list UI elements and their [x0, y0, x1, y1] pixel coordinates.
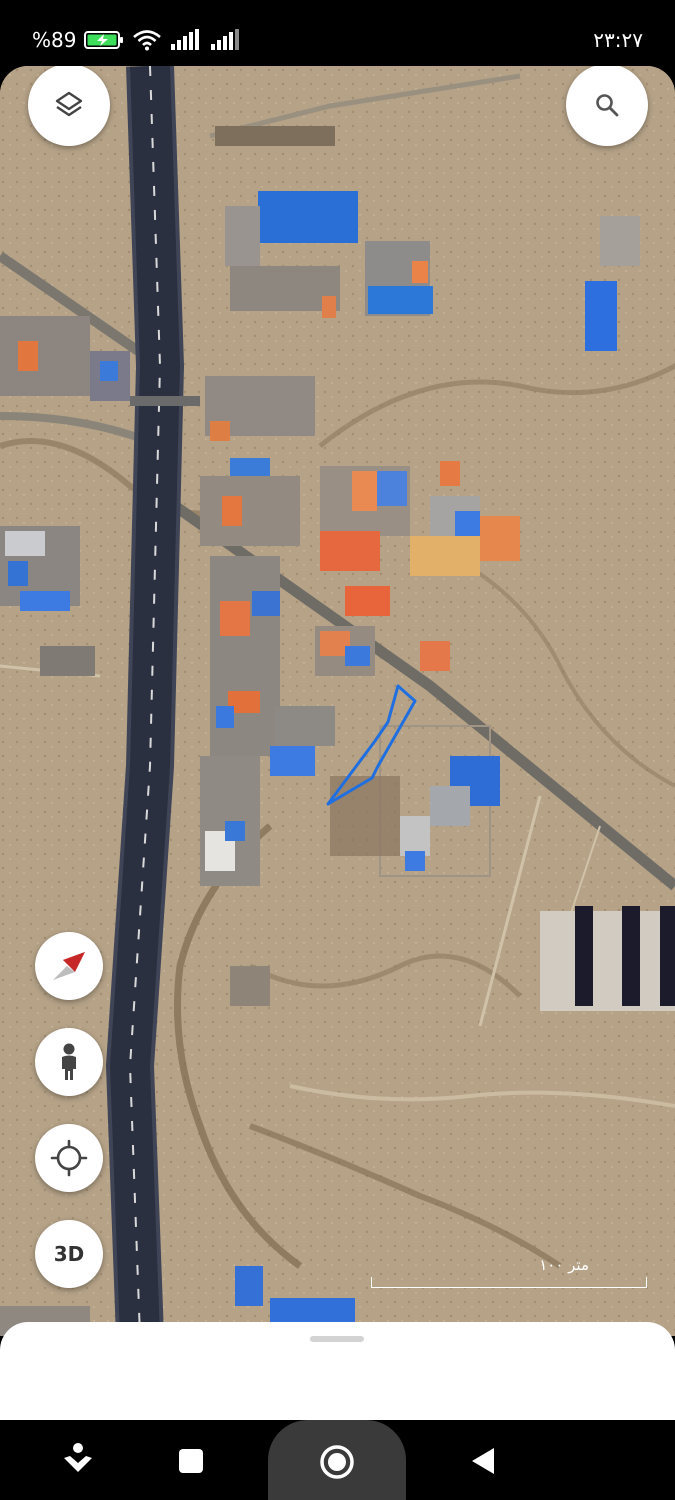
map-scale: ۱۰۰ متر	[371, 1256, 647, 1292]
satellite-map[interactable]: 3D ۱۰۰ متر	[0, 66, 675, 1336]
assistant-icon[interactable]	[62, 1442, 94, 1476]
search-button[interactable]	[566, 66, 648, 146]
bottom-sheet[interactable]	[0, 1322, 675, 1420]
status-bar: %89 ۲۳:۲۷	[0, 0, 675, 70]
back-icon[interactable]	[470, 1446, 496, 1476]
home-icon[interactable]	[319, 1444, 355, 1480]
3d-toggle-button[interactable]: 3D	[35, 1220, 103, 1288]
compass-icon	[53, 952, 85, 980]
pegman-icon	[62, 1043, 76, 1080]
crosshair-icon	[50, 1139, 88, 1177]
battery-charging-icon	[84, 31, 124, 49]
search-icon	[596, 94, 619, 117]
recents-icon[interactable]	[178, 1448, 204, 1474]
scale-label: ۱۰۰ متر	[539, 1256, 589, 1274]
signal-icon	[211, 29, 240, 50]
compass-button[interactable]	[35, 932, 103, 1000]
drag-handle[interactable]	[310, 1336, 364, 1342]
signal-icon	[171, 29, 200, 50]
clock: ۲۳:۲۷	[593, 28, 643, 52]
wifi-icon	[133, 30, 162, 51]
layers-icon	[55, 91, 83, 117]
battery-percent: %89	[32, 28, 77, 52]
status-left: %89	[32, 28, 242, 52]
street-view-button[interactable]	[35, 1028, 103, 1096]
navigation-bar	[0, 1420, 675, 1500]
satellite-imagery	[0, 66, 675, 1336]
layers-button[interactable]	[28, 66, 110, 146]
my-location-button[interactable]	[35, 1124, 103, 1192]
scale-bar	[371, 1277, 647, 1288]
